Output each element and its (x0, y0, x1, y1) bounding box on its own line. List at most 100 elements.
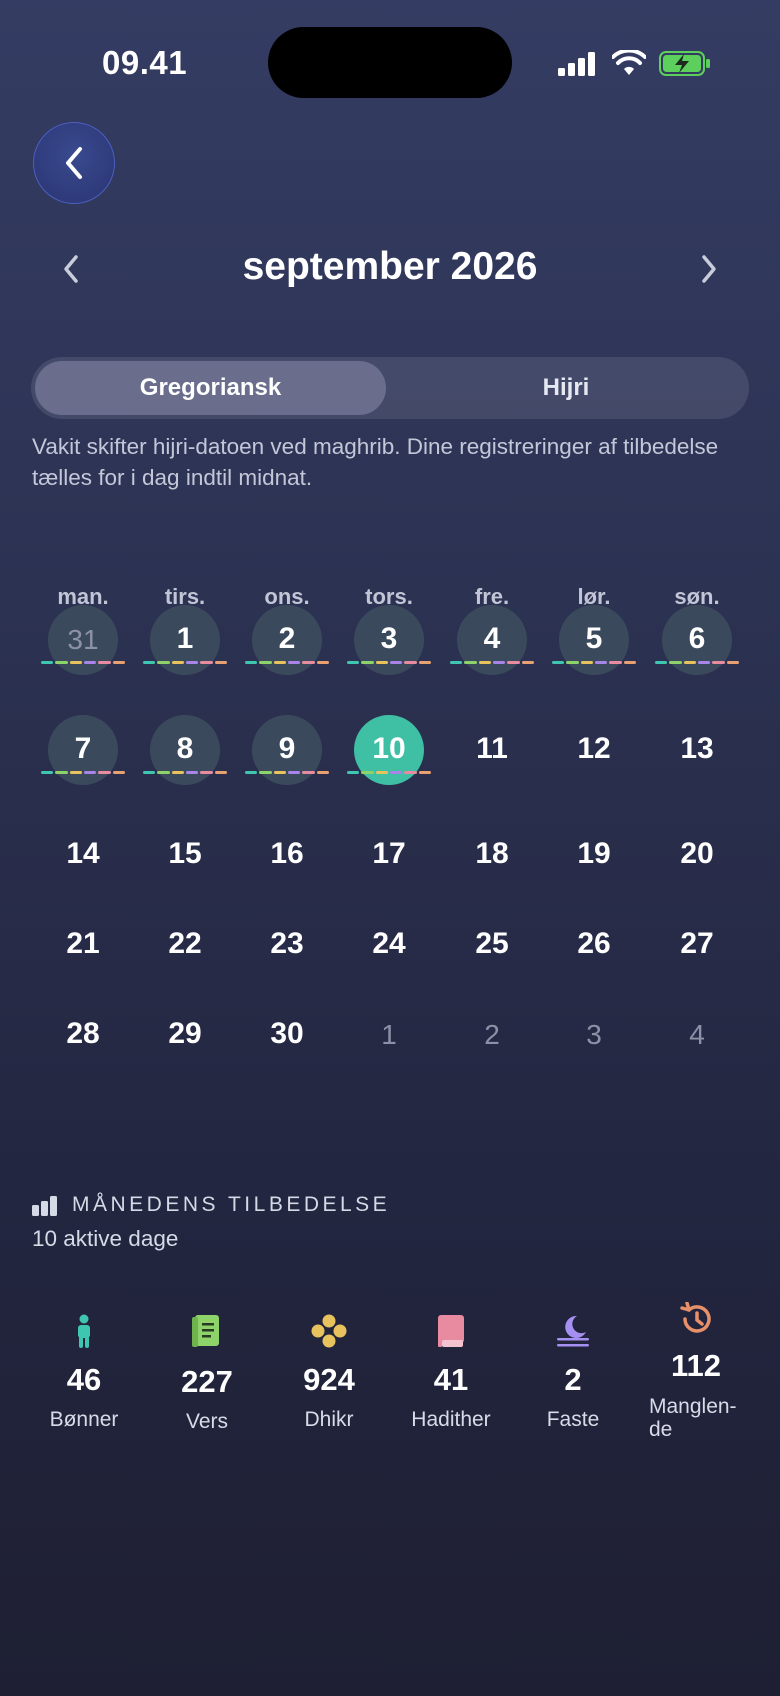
calendar-day[interactable]: 1 (339, 1000, 439, 1090)
calendar-day[interactable]: 30 (237, 1000, 337, 1090)
activity-markers (245, 771, 329, 775)
stat-hadiths[interactable]: 41 Hadither (396, 1308, 506, 1431)
calendar-day[interactable]: 4 (647, 1000, 747, 1090)
activity-markers (41, 771, 125, 775)
activity-marker (361, 771, 374, 774)
stat-missing[interactable]: 112 Manglen- de (641, 1302, 751, 1448)
activity-marker (609, 661, 622, 664)
activity-marker (69, 771, 82, 774)
calendar-day[interactable]: 31 (33, 605, 133, 695)
hadith-book-icon (438, 1315, 464, 1347)
calendar-day[interactable]: 6 (647, 605, 747, 695)
day-number: 27 (680, 927, 714, 960)
day-number: 4 (689, 1019, 705, 1050)
calendar-day[interactable]: 26 (544, 910, 644, 1000)
activity-marker (245, 771, 258, 774)
calendar-day[interactable]: 12 (544, 715, 644, 805)
calendar-day[interactable]: 1 (135, 605, 235, 695)
day-number: 10 (372, 732, 406, 765)
day-number: 3 (586, 1019, 602, 1050)
activity-markers (143, 661, 227, 665)
activity-marker (669, 661, 682, 664)
activity-marker (302, 661, 315, 664)
activity-marker (697, 661, 711, 664)
calendar-day[interactable]: 8 (135, 715, 235, 805)
calendar-day[interactable]: 20 (647, 820, 747, 910)
calendar-day[interactable]: 9 (237, 715, 337, 805)
history-icon (680, 1302, 711, 1333)
activity-marker (143, 771, 156, 774)
calendar-day[interactable]: 3 (544, 1000, 644, 1090)
activity-marker (726, 661, 739, 664)
calendar-day[interactable]: 7 (33, 715, 133, 805)
stat-prayers[interactable]: 46 Bønner (29, 1308, 139, 1431)
stat-value: 41 (433, 1362, 469, 1397)
stat-value: 112 (670, 1348, 721, 1383)
day-number: 12 (577, 732, 611, 765)
active-days-text: 10 aktive dage (32, 1226, 179, 1251)
activity-marker (623, 661, 636, 664)
stat-label: Dhikr (304, 1408, 354, 1431)
day-number: 1 (176, 622, 194, 655)
calendar-day[interactable]: 29 (135, 1000, 235, 1090)
day-number: 17 (372, 837, 406, 870)
activity-marker (507, 661, 520, 664)
calendar-day[interactable]: 3 (339, 605, 439, 695)
calendar-day[interactable]: 18 (442, 820, 542, 910)
stat-fasting[interactable]: 2 Faste (518, 1308, 628, 1431)
calendar-day[interactable]: 2 (442, 1000, 542, 1090)
activity-marker (157, 771, 170, 774)
activity-marker (214, 771, 227, 774)
calendar-day[interactable]: 14 (33, 820, 133, 910)
activity-marker (389, 661, 403, 664)
calendar-day[interactable]: 16 (237, 820, 337, 910)
calendar-day[interactable]: 10 (339, 715, 439, 805)
activity-marker (580, 661, 593, 664)
activity-marker (287, 661, 301, 664)
activity-marker (83, 661, 97, 664)
day-number: 18 (475, 837, 509, 870)
activity-marker (302, 771, 315, 774)
activity-marker (245, 661, 258, 664)
day-number: 20 (680, 837, 714, 870)
person-icon (78, 1314, 90, 1348)
calendar-day[interactable]: 4 (442, 605, 542, 695)
calendar-day[interactable]: 25 (442, 910, 542, 1000)
activity-marker (200, 661, 213, 664)
calendar-day[interactable]: 24 (339, 910, 439, 1000)
calendar-day[interactable]: 27 (647, 910, 747, 1000)
activity-markers (41, 661, 125, 665)
activity-marker (200, 771, 213, 774)
activity-marker (464, 661, 477, 664)
calendar-day[interactable]: 23 (237, 910, 337, 1000)
activity-marker (404, 771, 417, 774)
activity-markers (347, 771, 431, 775)
stat-verses[interactable]: 227 Vers (152, 1308, 262, 1433)
activity-marker (55, 661, 68, 664)
calendar-day[interactable]: 5 (544, 605, 644, 695)
day-number: 28 (66, 1017, 100, 1050)
bar-chart-icon (32, 1196, 57, 1216)
activity-marker (347, 661, 360, 664)
calendar-day[interactable]: 21 (33, 910, 133, 1000)
calendar-day[interactable]: 22 (135, 910, 235, 1000)
calendar-day[interactable]: 13 (647, 715, 747, 805)
calendar-day[interactable]: 17 (339, 820, 439, 910)
calendar-day[interactable]: 15 (135, 820, 235, 910)
day-number: 8 (176, 732, 194, 765)
day-number: 22 (168, 927, 202, 960)
stat-value: 227 (181, 1364, 233, 1399)
activity-marker (98, 771, 111, 774)
activity-marker (185, 771, 199, 774)
calendar-day[interactable]: 28 (33, 1000, 133, 1090)
activity-marker (259, 771, 272, 774)
activity-marker (594, 661, 608, 664)
activity-marker (171, 771, 184, 774)
day-number: 29 (168, 1017, 202, 1050)
monthly-worship-title: MÅNEDENS TILBEDELSE (72, 1193, 391, 1216)
activity-markers (245, 661, 329, 665)
stat-dhikr[interactable]: 924 Dhikr (274, 1308, 384, 1431)
calendar-day[interactable]: 11 (442, 715, 542, 805)
calendar-day[interactable]: 2 (237, 605, 337, 695)
calendar-day[interactable]: 19 (544, 820, 644, 910)
